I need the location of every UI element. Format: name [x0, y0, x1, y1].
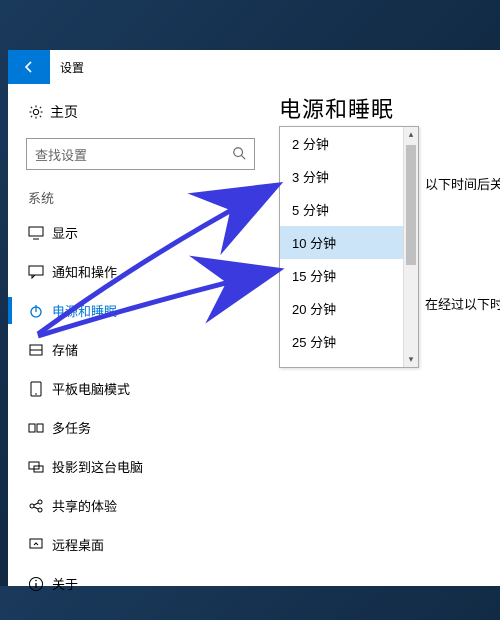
- share-icon: [28, 498, 52, 514]
- project-icon: [28, 459, 52, 475]
- storage-icon: [28, 342, 52, 358]
- titlebar: 设置: [8, 50, 500, 84]
- search-icon: [232, 146, 246, 163]
- window-body: 主页 查找设置 系统 显示 通知和操作 电源和睡眠: [8, 84, 500, 603]
- watermark-line2: jingyan.baidu.com: [403, 567, 492, 580]
- group-label: 系统: [8, 188, 273, 213]
- sidebar-item-about[interactable]: 关于: [8, 564, 273, 603]
- sidebar-item-label: 显示: [52, 223, 78, 242]
- dropdown-option[interactable]: 25 分钟: [280, 325, 418, 358]
- gear-icon: [28, 104, 50, 120]
- sidebar-item-display[interactable]: 显示: [8, 213, 273, 252]
- sidebar-item-project[interactable]: 投影到这台电脑: [8, 447, 273, 486]
- dropdown-option[interactable]: 30 分钟: [280, 358, 418, 367]
- remote-icon: [28, 537, 52, 553]
- back-button[interactable]: [8, 50, 50, 84]
- sidebar-item-label: 电源和睡眠: [52, 301, 117, 320]
- sidebar-item-tablet-mode[interactable]: 平板电脑模式: [8, 369, 273, 408]
- info-icon: [28, 576, 52, 592]
- sidebar-item-multitask[interactable]: 多任务: [8, 408, 273, 447]
- search-placeholder: 查找设置: [35, 145, 232, 164]
- search-input[interactable]: 查找设置: [26, 138, 255, 170]
- sidebar-item-label: 平板电脑模式: [52, 379, 130, 398]
- sidebar-item-shared[interactable]: 共享的体验: [8, 486, 273, 525]
- dropdown-option[interactable]: 15 分钟: [280, 259, 418, 292]
- sidebar-item-notifications[interactable]: 通知和操作: [8, 252, 273, 291]
- dropdown-option[interactable]: 2 分钟: [280, 127, 418, 160]
- dropdown-option[interactable]: 5 分钟: [280, 193, 418, 226]
- sidebar-item-label: 关于: [52, 574, 78, 593]
- message-icon: [28, 264, 52, 280]
- window-title: 设置: [60, 59, 84, 76]
- dropdown-option-selected[interactable]: 10 分钟: [280, 226, 418, 259]
- monitor-icon: [28, 225, 52, 241]
- sidebar-item-label: 投影到这台电脑: [52, 457, 143, 476]
- dropdown-list: 2 分钟 3 分钟 5 分钟 10 分钟 15 分钟 20 分钟 25 分钟 3…: [280, 127, 418, 367]
- page-title: 电源和睡眠: [273, 92, 500, 130]
- scroll-down-button[interactable]: ▾: [404, 352, 418, 367]
- dropdown-scrollbar[interactable]: ▴ ▾: [403, 127, 418, 367]
- content-pane: 电源和睡眠 2 分钟 3 分钟 5 分钟 10 分钟 15 分钟 20 分钟 2…: [273, 84, 500, 603]
- note-after-elapsed: 在经过以下时间后: [425, 294, 500, 313]
- sidebar-item-label: 共享的体验: [52, 496, 117, 515]
- sidebar-item-label: 多任务: [52, 418, 91, 437]
- watermark: Baidu经验 jingyan.baidu.com: [403, 554, 492, 580]
- watermark-line1: Baidu经验: [403, 554, 492, 567]
- scroll-thumb[interactable]: [406, 145, 416, 265]
- tablet-icon: [28, 381, 52, 397]
- sidebar-item-label: 存储: [52, 340, 78, 359]
- multitask-icon: [28, 420, 52, 436]
- sidebar-item-storage[interactable]: 存储: [8, 330, 273, 369]
- time-dropdown[interactable]: 2 分钟 3 分钟 5 分钟 10 分钟 15 分钟 20 分钟 25 分钟 3…: [279, 126, 419, 368]
- arrow-left-icon: [21, 59, 37, 75]
- note-after-close: 以下时间后关闭: [425, 174, 500, 193]
- home-label: 主页: [50, 102, 78, 122]
- home-link[interactable]: 主页: [8, 96, 273, 132]
- dropdown-option[interactable]: 20 分钟: [280, 292, 418, 325]
- sidebar-item-label: 远程桌面: [52, 535, 104, 554]
- power-icon: [28, 303, 52, 319]
- scroll-up-button[interactable]: ▴: [404, 127, 418, 142]
- dropdown-option[interactable]: 3 分钟: [280, 160, 418, 193]
- sidebar-item-remote[interactable]: 远程桌面: [8, 525, 273, 564]
- settings-window: 设置 主页 查找设置 系统 显示 通知: [8, 50, 500, 586]
- sidebar: 主页 查找设置 系统 显示 通知和操作 电源和睡眠: [8, 84, 273, 603]
- sidebar-item-power-sleep[interactable]: 电源和睡眠: [8, 291, 273, 330]
- sidebar-item-label: 通知和操作: [52, 262, 117, 281]
